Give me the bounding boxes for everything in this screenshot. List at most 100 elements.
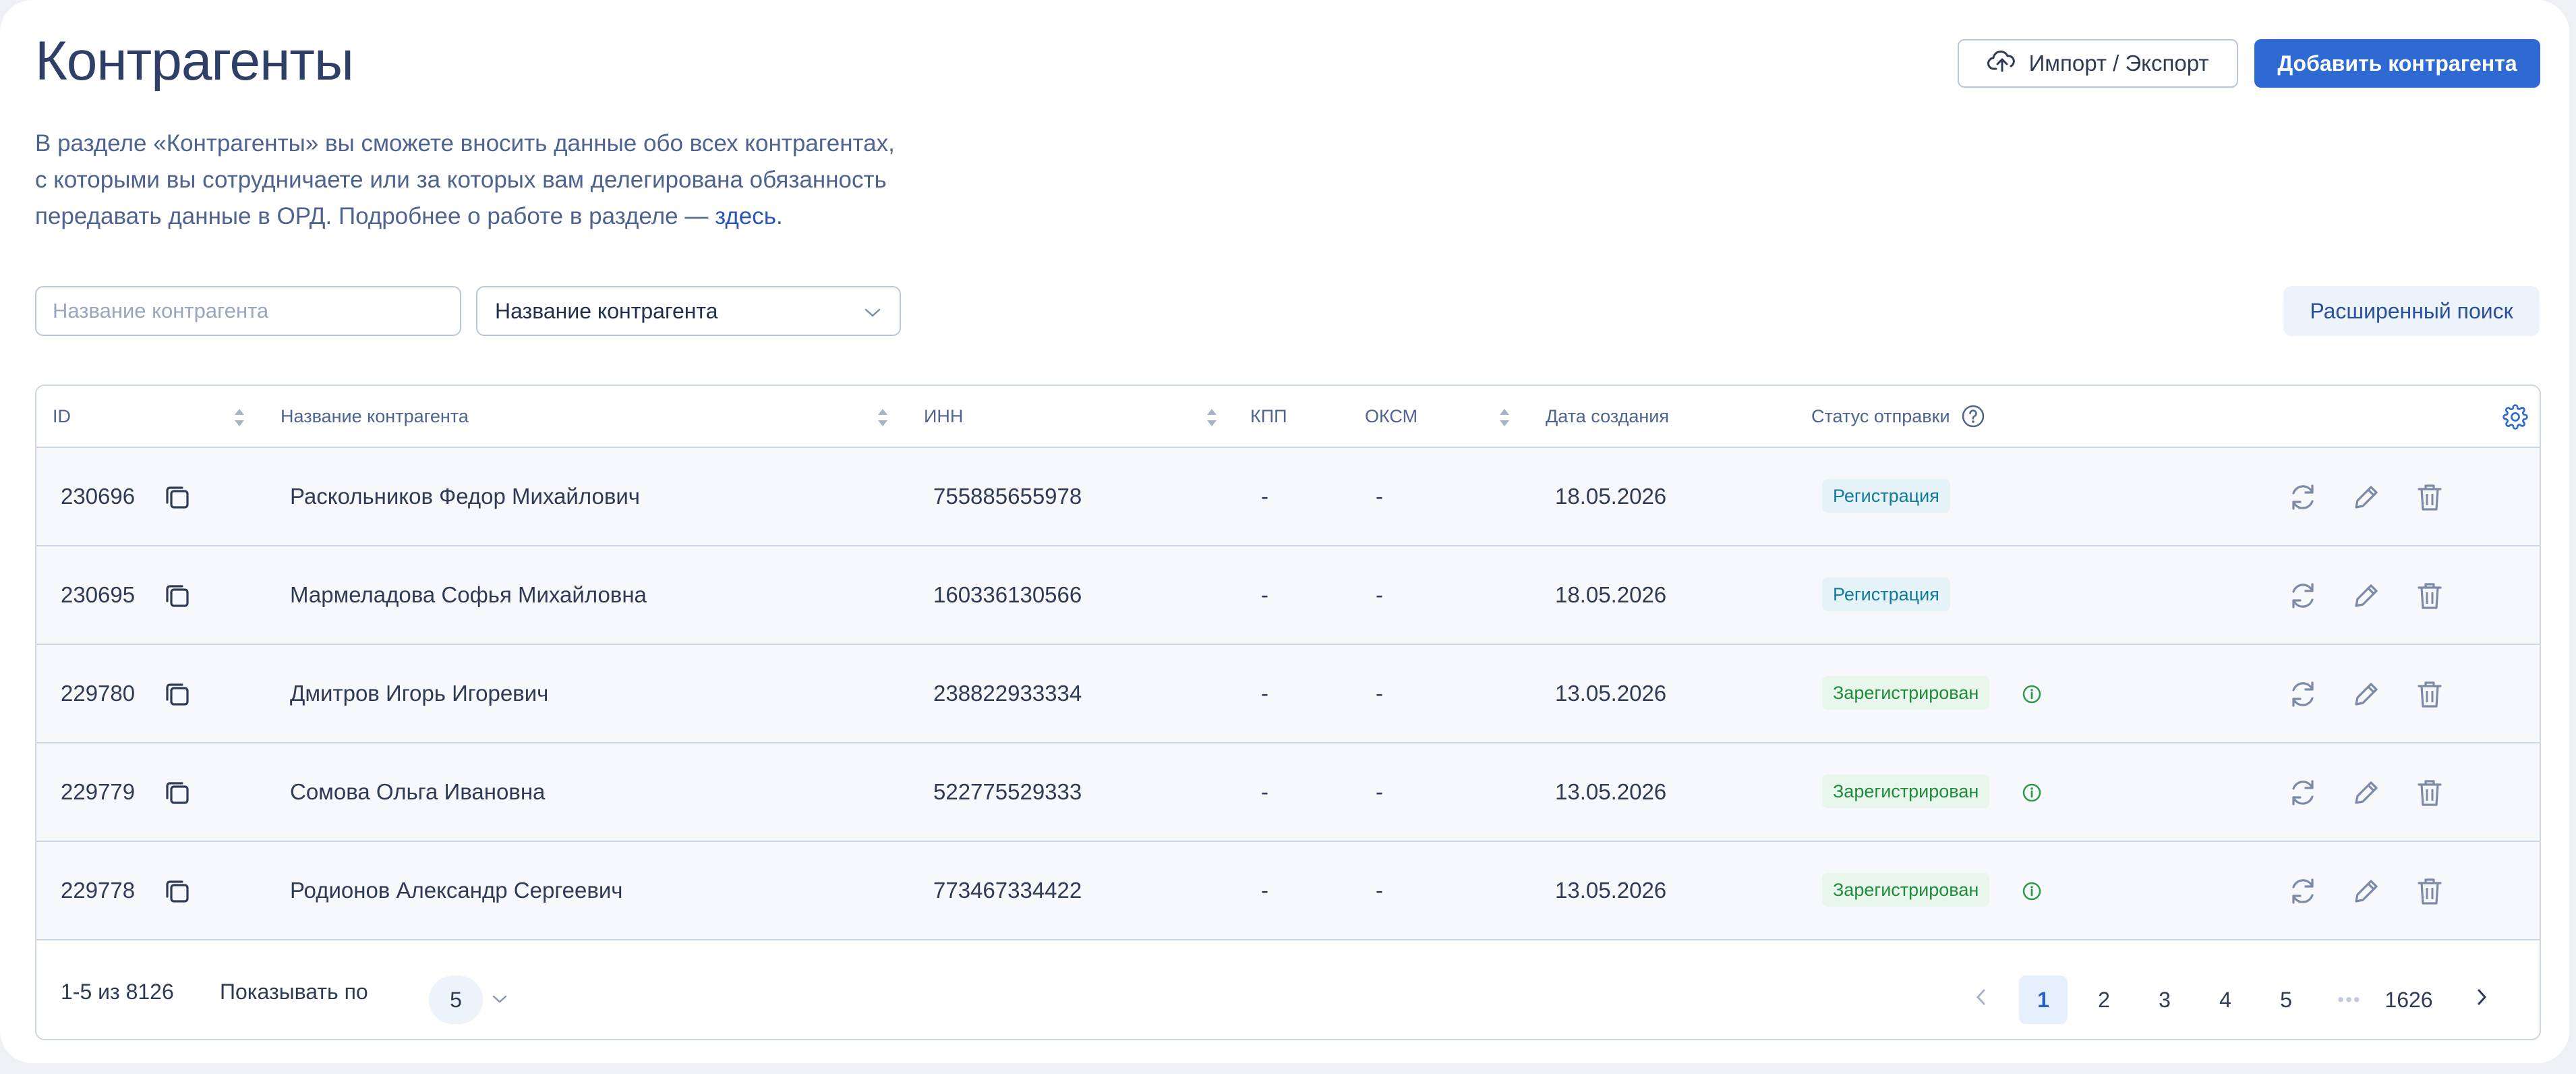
row-id: 230695 [61, 582, 136, 607]
counterparty-search-input[interactable] [35, 286, 461, 336]
range-label: 1-5 из 8126 [61, 979, 174, 1004]
trash-icon[interactable] [2411, 774, 2448, 811]
copy-icon[interactable] [160, 579, 194, 613]
row-kpp: - [1261, 582, 1268, 607]
row-name: Раскольников Федор Михайлович [290, 484, 640, 509]
chevron-right-icon [2475, 987, 2488, 1013]
upload-cloud-icon [1987, 49, 2017, 78]
column-header-oksm[interactable]: ОКСМ [1365, 386, 1417, 447]
row-oksm: - [1376, 878, 1383, 903]
search-field-select[interactable]: Название контрагента [476, 286, 901, 336]
column-header-status: Статус отправки [1811, 386, 1985, 447]
column-header-inn[interactable]: ИНН [924, 386, 963, 447]
column-header-name[interactable]: Название контрагента [281, 386, 469, 447]
page-title: Контрагенты [35, 30, 354, 92]
row-created: 18.05.2026 [1555, 582, 1667, 607]
row-oksm: - [1376, 484, 1383, 509]
chevron-down-icon [863, 299, 882, 324]
trash-icon[interactable] [2411, 479, 2448, 515]
row-inn: 160336130566 [933, 582, 1082, 607]
sort-icon[interactable] [232, 406, 247, 432]
page-description: В разделе «Контрагенты» вы сможете вноси… [35, 125, 1047, 235]
page-button-4[interactable]: 4 [2201, 976, 2250, 1024]
refresh-icon[interactable] [2285, 676, 2321, 712]
row-id: 229779 [61, 779, 136, 804]
row-oksm: - [1376, 582, 1383, 607]
column-header-id[interactable]: ID [53, 386, 71, 447]
table-footer: 1-5 из 8126 Показывать по 5 12345 ••• 16… [36, 943, 2540, 1039]
info-icon[interactable] [2020, 781, 2043, 804]
page-button-3[interactable]: 3 [2140, 976, 2189, 1024]
row-kpp: - [1261, 681, 1268, 706]
row-name: Сомова Ольга Ивановна [290, 779, 546, 804]
row-inn: 522775529333 [933, 779, 1082, 804]
row-created: 13.05.2026 [1555, 779, 1667, 804]
refresh-icon[interactable] [2285, 774, 2321, 811]
refresh-icon[interactable] [2285, 577, 2321, 614]
edit-pencil-icon[interactable] [2348, 774, 2384, 811]
copy-icon[interactable] [160, 874, 194, 908]
edit-pencil-icon[interactable] [2348, 577, 2384, 614]
edit-pencil-icon[interactable] [2348, 479, 2384, 515]
info-icon[interactable] [2020, 880, 2043, 903]
settings-gear-icon[interactable] [2502, 403, 2529, 430]
row-id: 230696 [61, 484, 136, 509]
counterparties-page: Контрагенты В разделе «Контрагенты» вы с… [0, 0, 2569, 1063]
help-icon[interactable] [1961, 404, 1985, 428]
refresh-icon[interactable] [2285, 873, 2321, 909]
row-inn: 238822933334 [933, 681, 1082, 706]
trash-icon[interactable] [2411, 577, 2448, 614]
row-kpp: - [1261, 779, 1268, 804]
chevron-down-icon[interactable] [488, 988, 511, 1011]
table-row: 230695 Мармеладова Софья Михайловна 160336… [36, 546, 2540, 645]
search-field-select-value: Название контрагента [495, 298, 718, 323]
sort-icon[interactable] [1497, 406, 1512, 432]
advanced-search-button[interactable]: Расширенный поиск [2283, 286, 2540, 336]
status-badge: Регистрация [1822, 577, 1950, 611]
row-id: 229778 [61, 878, 136, 903]
edit-pencil-icon[interactable] [2348, 873, 2384, 909]
page-button-last[interactable]: 1626 [2375, 976, 2442, 1024]
counterparties-table: ID Название контрагента ИНН КПП ОКСМ Дат… [35, 385, 2541, 1040]
row-name: Дмитров Игорь Игоревич [290, 681, 549, 706]
copy-icon[interactable] [160, 480, 194, 514]
help-link[interactable]: здесь. [715, 203, 783, 229]
trash-icon[interactable] [2411, 873, 2448, 909]
row-name: Родионов Александр Сергеевич [290, 878, 623, 903]
per-page-value: 5 [450, 987, 462, 1012]
table-row: 229780 Дмитров Игорь Игоревич 238822933334… [36, 645, 2540, 743]
page-button-1[interactable]: 1 [2019, 976, 2068, 1024]
page-button-5[interactable]: 5 [2262, 976, 2310, 1024]
copy-icon[interactable] [160, 776, 194, 810]
copy-icon[interactable] [160, 677, 194, 711]
sort-icon[interactable] [1204, 406, 1219, 432]
prev-page-button[interactable] [1957, 976, 2006, 1024]
row-inn: 755885655978 [933, 484, 1082, 509]
trash-icon[interactable] [2411, 676, 2448, 712]
row-id: 229780 [61, 681, 136, 706]
row-oksm: - [1376, 681, 1383, 706]
row-kpp: - [1261, 878, 1268, 903]
pagination-ellipsis: ••• [2337, 989, 2362, 1010]
status-badge: Зарегистрирован [1822, 774, 1990, 808]
next-page-button[interactable] [2457, 976, 2506, 1024]
description-line-3: передавать данные в ОРД. Подробнее о раб… [35, 198, 1047, 235]
page-button-2[interactable]: 2 [2080, 976, 2128, 1024]
per-page-select[interactable]: 5 [429, 976, 483, 1024]
refresh-icon[interactable] [2285, 479, 2321, 515]
import-export-button[interactable]: Импорт / Экспорт [1958, 39, 2238, 88]
sort-icon[interactable] [875, 406, 890, 432]
row-created: 18.05.2026 [1555, 484, 1667, 509]
status-badge: Зарегистрирован [1822, 676, 1990, 710]
import-export-label: Импорт / Экспорт [2028, 51, 2209, 76]
description-line-1: В разделе «Контрагенты» вы сможете вноси… [35, 130, 895, 157]
per-page-label: Показывать по [220, 979, 368, 1004]
edit-pencil-icon[interactable] [2348, 676, 2384, 712]
info-icon[interactable] [2020, 683, 2043, 706]
row-oksm: - [1376, 779, 1383, 804]
description-line-3-text: передавать данные в ОРД. Подробнее о раб… [35, 203, 715, 229]
status-badge: Зарегистрирован [1822, 873, 1990, 907]
chevron-left-icon [1974, 987, 1988, 1013]
add-counterparty-button[interactable]: Добавить контрагента [2254, 39, 2540, 88]
row-inn: 773467334422 [933, 878, 1082, 903]
